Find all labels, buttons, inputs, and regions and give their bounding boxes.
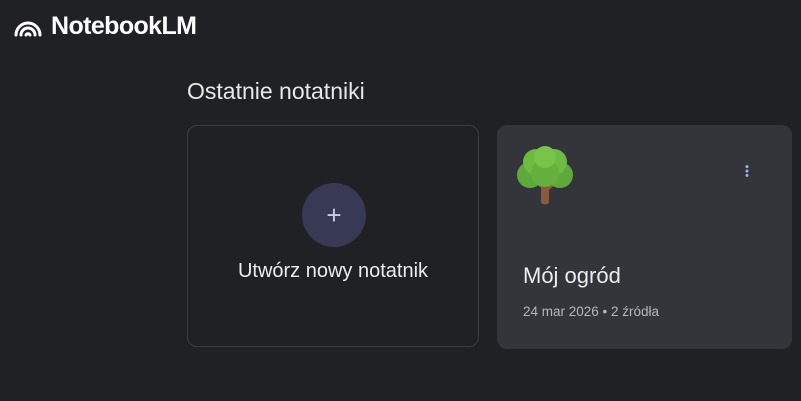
app-header: NotebookLM [14,10,197,42]
plus-icon[interactable]: + [302,183,366,247]
app-title[interactable]: NotebookLM [51,12,197,41]
recent-notebooks-heading: Ostatnie notatniki [187,78,365,104]
notebooklm-logo-icon[interactable] [14,15,42,37]
notebook-card[interactable]: Mój ogród 24 mar 2026 • 2 źródła [497,125,792,349]
create-notebook-label: Utwórz nowy notatnik [237,260,429,282]
notebook-title: Mój ogród [523,263,621,288]
more-vert-icon[interactable] [733,159,761,183]
create-notebook-card[interactable]: + Utwórz nowy notatnik [187,125,479,347]
tree-icon [517,146,573,205]
notebook-meta: 24 mar 2026 • 2 źródła [523,304,660,319]
notebooklm-app: NotebookLM Ostatnie notatniki + Utwórz n… [0,0,801,401]
